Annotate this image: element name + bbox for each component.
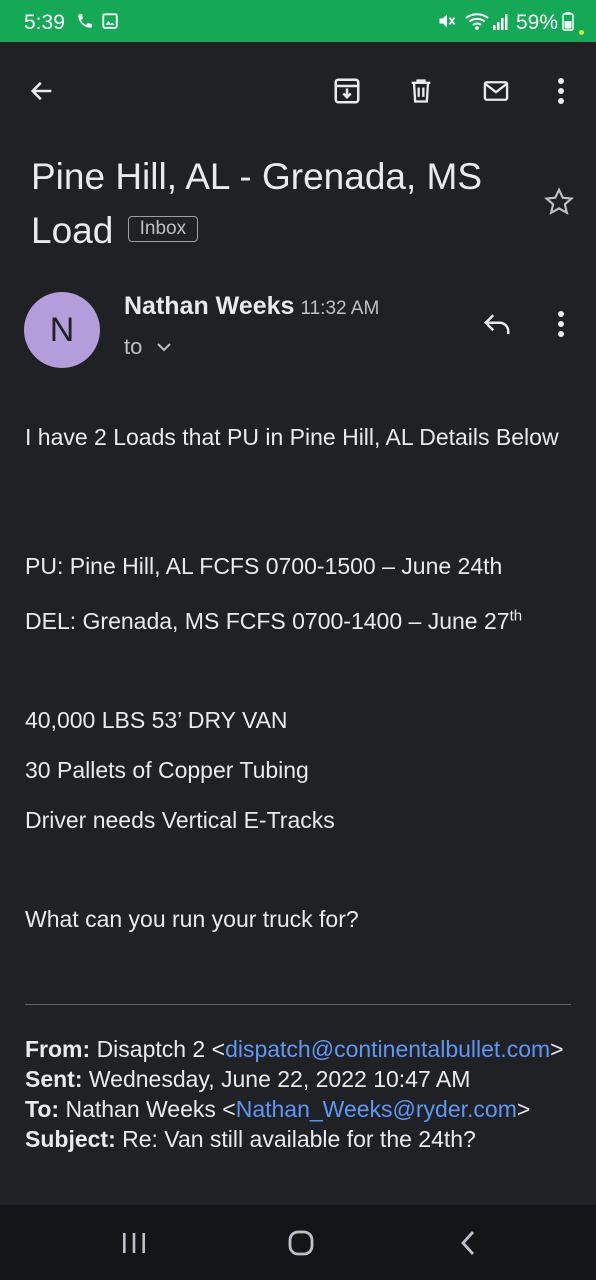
avatar[interactable]: N bbox=[24, 292, 100, 368]
phone-icon bbox=[76, 11, 94, 36]
body-intro: I have 2 Loads that PU in Pine Hill, AL … bbox=[25, 424, 559, 450]
more-vert-icon[interactable] bbox=[539, 69, 583, 113]
archive-icon[interactable] bbox=[325, 69, 369, 113]
sent-time: 11:32 AM bbox=[300, 298, 380, 319]
home-icon[interactable] bbox=[273, 1215, 329, 1271]
quoted-to-line: To: Nathan Weeks <Nathan_Weeks@ryder.com… bbox=[25, 1094, 573, 1124]
sent-value: Wednesday, June 22, 2022 10:47 AM bbox=[88, 1066, 471, 1092]
status-bar: 5:39 59% bbox=[0, 0, 596, 42]
back-arrow-icon[interactable] bbox=[20, 69, 64, 113]
body-equipment: Driver needs Vertical E-Tracks bbox=[25, 807, 335, 833]
delivery-suffix: th bbox=[509, 607, 523, 625]
status-time: 5:39 bbox=[24, 11, 65, 34]
to-close: > bbox=[516, 1096, 531, 1122]
body-pallets: 30 Pallets of Copper Tubing bbox=[25, 757, 309, 783]
quoted-subject-line: Subject: Re: Van still available for the… bbox=[25, 1124, 573, 1154]
sender-name: Nathan Weeks bbox=[124, 292, 295, 320]
sender-row[interactable]: Nathan Weeks 11:32 AM bbox=[124, 292, 379, 321]
signal-icon bbox=[492, 11, 510, 36]
mark-unread-icon[interactable] bbox=[474, 69, 518, 113]
from-name: Disaptch 2 < bbox=[96, 1036, 226, 1062]
from-label: From: bbox=[25, 1036, 91, 1062]
mute-icon bbox=[437, 11, 457, 36]
battery-percent: 59% bbox=[516, 11, 559, 34]
delete-icon[interactable] bbox=[399, 69, 443, 113]
quote-divider bbox=[25, 1004, 571, 1005]
subject-value: Re: Van still available for the 24th? bbox=[122, 1126, 476, 1152]
body-delivery: DEL: Grenada, MS FCFS 0700-1400 – June 2… bbox=[25, 607, 570, 636]
recent-apps-icon[interactable] bbox=[106, 1215, 162, 1271]
to-email-link[interactable]: Nathan_Weeks@ryder.com bbox=[236, 1096, 517, 1122]
to-label: to bbox=[124, 334, 143, 359]
to-label-quoted: To: bbox=[25, 1096, 60, 1122]
inbox-label-badge[interactable]: Inbox bbox=[127, 216, 199, 243]
quoted-from-line: From: Disaptch 2 <dispatch@continentalbu… bbox=[25, 1034, 573, 1064]
quoted-sent-line: Sent: Wednesday, June 22, 2022 10:47 AM bbox=[25, 1064, 573, 1094]
subject-label: Subject: bbox=[25, 1126, 116, 1152]
image-icon bbox=[101, 11, 119, 36]
indicator-dot-icon bbox=[579, 30, 584, 35]
email-subject: Pine Hill, AL - Grenada, MS Load Inbox bbox=[31, 150, 521, 258]
message-more-icon[interactable] bbox=[539, 302, 583, 346]
body-weight: 40,000 LBS 53’ DRY VAN bbox=[25, 707, 288, 733]
delivery-text: DEL: Grenada, MS FCFS 0700-1400 – June 2… bbox=[25, 608, 510, 634]
to-name: Nathan Weeks < bbox=[65, 1096, 236, 1122]
body-pickup: PU: Pine Hill, AL FCFS 0700-1500 – June … bbox=[25, 553, 503, 579]
navigation-bar bbox=[0, 1205, 596, 1280]
subject-text: Pine Hill, AL - Grenada, MS Load bbox=[31, 156, 483, 251]
chevron-down-icon bbox=[156, 341, 172, 353]
body-question: What can you run your truck for? bbox=[25, 906, 359, 932]
sent-label: Sent: bbox=[25, 1066, 83, 1092]
reply-icon[interactable] bbox=[475, 302, 519, 346]
quoted-header: From: Disaptch 2 <dispatch@continentalbu… bbox=[25, 1034, 573, 1154]
from-close: > bbox=[550, 1036, 564, 1062]
battery-icon bbox=[562, 11, 574, 36]
star-icon[interactable] bbox=[537, 180, 581, 224]
nav-back-icon[interactable] bbox=[440, 1215, 496, 1271]
wifi-icon bbox=[464, 11, 490, 36]
from-email-link[interactable]: dispatch@continentalbullet.com bbox=[225, 1036, 550, 1062]
recipients-toggle[interactable]: to bbox=[124, 334, 172, 360]
